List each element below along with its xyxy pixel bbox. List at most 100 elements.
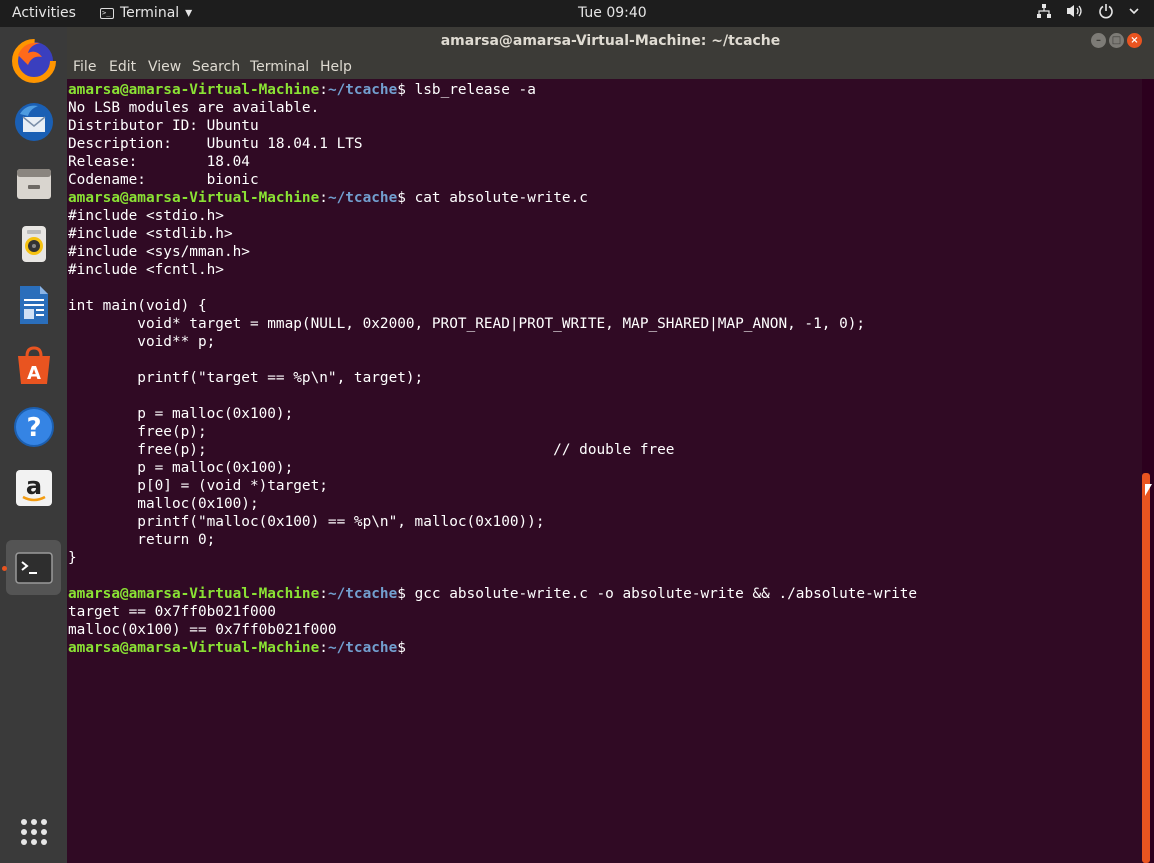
command-text: gcc absolute-write.c -o absolute-write &… [414,586,918,602]
terminal-icon: >_ [100,7,114,19]
output-text: #include <fcntl.h> [68,262,224,278]
network-icon [1037,4,1051,18]
app-menu[interactable]: >_ Terminal ▾ [100,5,192,21]
output-line: Distributor ID: Ubuntu [68,117,917,135]
terminal-icon [14,551,53,584]
dock-item-show-applications[interactable] [6,804,61,859]
firefox-icon [11,38,56,83]
menu-search[interactable]: Search [192,59,240,75]
output-text: No LSB modules are available. [68,100,320,116]
prompt-user: amarsa@amarsa-Virtual-Machine [68,586,320,602]
menu-file[interactable]: File [73,59,96,75]
volume-icon [1067,5,1082,17]
prompt-symbol: $ [397,190,415,206]
help-icon: ? [13,406,54,447]
output-text: printf("target == %p\n", target); [68,370,424,386]
output-line: #include <stdlib.h> [68,225,917,243]
thunderbird-icon [14,102,53,141]
output-text: p = malloc(0x100); [68,406,294,422]
writer-icon [19,285,48,324]
output-text: #include <stdio.h> [68,208,224,224]
output-line: p = malloc(0x100); [68,405,917,423]
maximize-button[interactable]: □ [1109,33,1124,48]
output-line: void** p; [68,333,917,351]
software-icon: A [17,345,50,384]
rhythmbox-icon [21,225,46,262]
menu-terminal[interactable]: Terminal [250,59,309,75]
output-text: return 0; [68,532,216,548]
dock-item-firefox[interactable] [6,33,61,88]
minimize-button[interactable]: – [1091,33,1106,48]
output-text: free(p); // double free [68,442,675,458]
prompt-separator: : [319,586,328,602]
output-text: int main(void) { [68,298,207,314]
output-text: Release: 18.04 [68,154,250,170]
prompt-user: amarsa@amarsa-Virtual-Machine [68,640,320,656]
menu-view[interactable]: View [148,59,181,75]
dock-item-ubuntu-software[interactable]: A [6,338,61,393]
app-grid-icon [20,818,47,845]
terminal-output[interactable]: amarsa@amarsa-Virtual-Machine:~/tcache$ … [67,79,1142,863]
output-text: #include <stdlib.h> [68,226,233,242]
output-line: return 0; [68,531,917,549]
output-line: int main(void) { [68,297,917,315]
output-line: } [68,549,917,567]
dock-item-terminal[interactable] [2,540,61,595]
output-text: malloc(0x100) == 0x7ff0b021f000 [68,622,337,638]
output-line [68,279,917,297]
dock: A ? a [0,27,67,863]
output-line: p[0] = (void *)target; [68,477,917,495]
scrollbar-thumb[interactable] [1142,473,1150,863]
clock[interactable]: Tue 09:40 [578,5,647,21]
dock-item-libreoffice-writer[interactable] [6,277,61,332]
dock-item-files[interactable] [6,155,61,210]
output-line: #include <sys/mman.h> [68,243,917,261]
output-line: free(p); [68,423,917,441]
output-text: #include <sys/mman.h> [68,244,250,260]
dock-item-rhythmbox[interactable] [6,216,61,271]
output-line: malloc(0x100); [68,495,917,513]
amazon-icon: a [15,469,52,506]
window-titlebar[interactable]: amarsa@amarsa-Virtual-Machine: ~/tcache … [67,27,1154,55]
chevron-down-icon [1129,8,1139,15]
output-text: Codename: bionic [68,172,259,188]
prompt-path: ~/tcache [327,190,398,206]
close-button[interactable]: × [1127,33,1142,48]
prompt-path: ~/tcache [327,640,398,656]
output-text: p[0] = (void *)target; [68,478,328,494]
menu-edit[interactable]: Edit [109,59,136,75]
dock-item-amazon[interactable]: a [6,460,61,515]
power-icon [1099,4,1113,19]
prompt-line: amarsa@amarsa-Virtual-Machine:~/tcache$ [68,639,917,657]
output-line: Description: Ubuntu 18.04.1 LTS [68,135,917,153]
output-text: malloc(0x100); [68,496,259,512]
output-text: free(p); [68,424,207,440]
prompt-path: ~/tcache [327,82,398,98]
svg-text:a: a [25,472,41,500]
activities-button[interactable]: Activities [12,5,76,21]
output-text: Description: Ubuntu 18.04.1 LTS [68,136,363,152]
dock-item-help[interactable]: ? [6,399,61,454]
output-text: target == 0x7ff0b021f000 [68,604,276,620]
system-tray[interactable] [1036,3,1140,19]
output-line: #include <stdio.h> [68,207,917,225]
output-line: No LSB modules are available. [68,99,917,117]
output-line: malloc(0x100) == 0x7ff0b021f000 [68,621,917,639]
output-line: Codename: bionic [68,171,917,189]
output-text: } [68,550,77,566]
prompt-line: amarsa@amarsa-Virtual-Machine:~/tcache$ … [68,81,917,99]
output-line: target == 0x7ff0b021f000 [68,603,917,621]
output-text: p = malloc(0x100); [68,460,294,476]
command-text: cat absolute-write.c [414,190,588,206]
prompt-line: amarsa@amarsa-Virtual-Machine:~/tcache$ … [68,585,917,603]
menu-bar: File Edit View Search Terminal Help [67,55,1154,79]
window-title: amarsa@amarsa-Virtual-Machine: ~/tcache [440,33,781,49]
menu-help[interactable]: Help [320,59,352,75]
output-line: free(p); // double free [68,441,917,459]
window-controls: – □ × [1091,33,1142,48]
dock-item-thunderbird[interactable] [6,94,61,149]
output-line [68,351,917,369]
